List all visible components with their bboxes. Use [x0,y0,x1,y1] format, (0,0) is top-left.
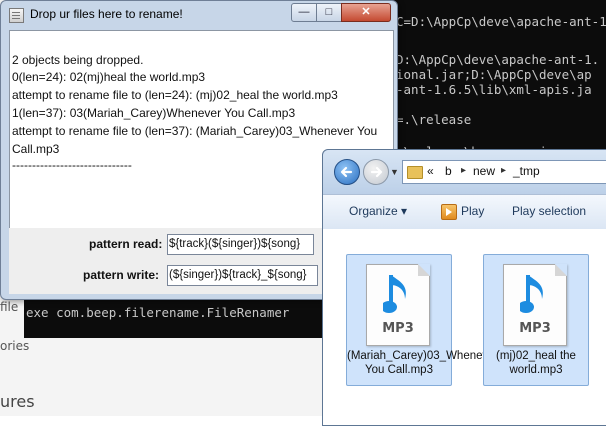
log-line: attempt to rename file to (len=37): (Mar… [12,124,378,138]
log-separator: ------------------------------ [12,158,132,172]
music-note-icon [383,275,406,313]
log-line: 2 objects being dropped. [12,53,144,67]
maximize-button[interactable]: □ [316,3,342,22]
console-line: C=D:\AppCp\deve\apache-ant-1 [396,14,606,29]
pattern-read-label: pattern read: [89,237,163,251]
mp3-file-icon: MP3 [503,264,567,346]
history-dropdown-icon[interactable]: ▼ [390,167,399,177]
arrow-right-icon [370,166,383,178]
log-line: Call.mp3 [12,142,60,156]
folder-icon [407,166,423,179]
music-note-icon [520,275,543,313]
dialog-titlebar[interactable]: Drop ur files here to rename! — □ ✕ [1,1,397,29]
file-name: (mj)02_heal the world.mp3 [496,350,576,376]
breadcrumb-separator-icon[interactable]: ▸ [461,165,466,176]
breadcrumb-new[interactable]: new [473,164,495,178]
console-line: ional.jar;D:\AppCp\deve\ap [396,67,592,82]
console-line: =.\release [396,112,472,127]
app-window-icon [9,8,24,23]
file-item[interactable]: MP3 (Mariah_Carey)03_Whenever You Call.m… [346,254,499,386]
log-line: 1(len=37): 03(Mariah_Carey)Whenever You … [12,106,296,120]
console-line: D:\AppCp\deve\apache-ant-1. [396,52,600,67]
address-bar-area: ▼ « b ▸ new ▸ _tmp [323,150,606,194]
console-line: -ant-1.6.5\lib\xml-apis.ja [396,82,592,97]
back-button[interactable] [334,159,360,185]
breadcrumb-separator-icon[interactable]: ▸ [501,165,506,176]
play-selection-button[interactable]: Play selection [512,204,586,218]
log-line: attempt to rename file to (len=24): (mj)… [12,88,338,102]
file-name: (Mariah_Carey)03_Whenever You Call.mp3 [347,350,499,376]
dialog-title: Drop ur files here to rename! [30,7,183,21]
pattern-write-input[interactable]: (${singer})${track}_${song} [167,265,318,286]
breadcrumb-b[interactable]: b [445,164,452,178]
background-text: file [0,300,19,314]
mp3-file-icon: MP3 [366,264,430,346]
close-button[interactable]: ✕ [341,3,391,22]
organize-button[interactable]: Organize ▾ [349,204,407,218]
explorer-window[interactable]: ▼ « b ▸ new ▸ _tmp Organize ▾ Play Play … [322,149,606,426]
log-line: 0(len=24): 02(mj)heal the world.mp3 [12,70,206,84]
forward-button[interactable] [363,159,389,185]
pattern-read-input[interactable]: ${track}(${singer})${song} [167,234,314,255]
console-line: exe com.beep.filerename.FileRenamer [26,305,290,320]
background-text: ories [0,339,30,353]
address-bar[interactable]: « b ▸ new ▸ _tmp [402,160,606,184]
mp3-type-label: MP3 [382,321,414,336]
explorer-toolbar: Organize ▾ Play Play selection [323,194,606,230]
file-item[interactable]: MP3 (mj)02_heal the world.mp3 [483,254,589,386]
background-text: ures [0,392,35,411]
play-button[interactable]: Play [461,204,484,218]
breadcrumb-overflow[interactable]: « [427,164,434,178]
play-icon[interactable] [441,204,457,220]
breadcrumb-tmp[interactable]: _tmp [513,164,540,178]
mp3-type-label: MP3 [519,321,551,336]
pattern-write-label: pattern write: [83,268,160,282]
file-list[interactable]: MP3 (Mariah_Carey)03_Whenever You Call.m… [323,229,606,425]
minimize-button[interactable]: — [291,3,317,22]
arrow-left-icon [340,166,353,178]
